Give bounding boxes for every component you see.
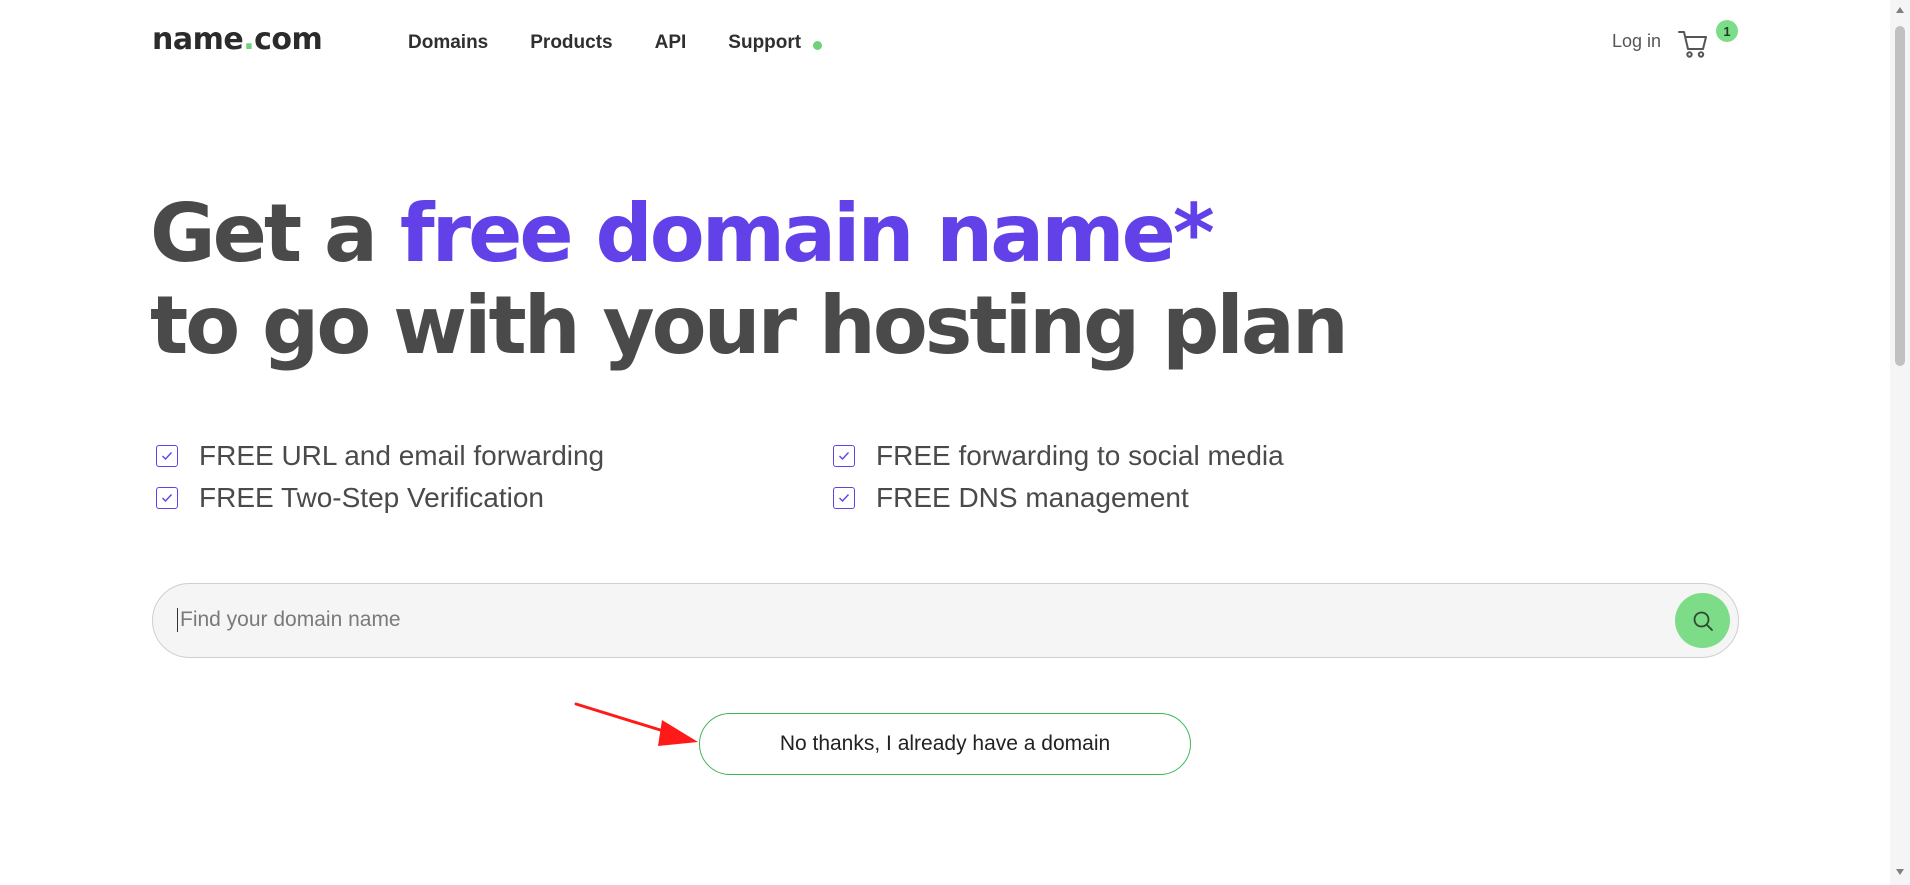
feature-item: FREE URL and email forwarding: [156, 440, 833, 472]
checkbox-checked-icon: [156, 487, 178, 509]
nav-support[interactable]: Support: [728, 32, 823, 54]
site-logo[interactable]: name. com: [152, 22, 323, 57]
login-link[interactable]: Log in: [1612, 31, 1661, 52]
feature-label: FREE URL and email forwarding: [199, 440, 605, 471]
logo-dot: .: [243, 22, 255, 57]
nav-support-label: Support: [728, 32, 802, 53]
feature-item: FREE forwarding to social media: [833, 440, 1353, 472]
main-nav: Domains Products API Support: [408, 32, 823, 54]
hero-line1-accent: free domain name*: [399, 187, 1215, 280]
feature-label: FREE forwarding to social media: [876, 440, 1284, 471]
feature-item: FREE Two-Step Verification: [156, 482, 833, 514]
checkbox-checked-icon: [833, 487, 855, 509]
feature-item: FREE DNS management: [833, 482, 1353, 514]
checkbox-checked-icon: [156, 445, 178, 467]
domain-search-input[interactable]: [177, 608, 1607, 632]
domain-search-bar: [152, 583, 1739, 658]
annotation-arrow-icon: [574, 702, 698, 746]
hero-line1-prefix: Get a: [150, 187, 400, 280]
scroll-up-arrow-icon[interactable]: [1894, 4, 1906, 16]
cart-count-badge: 1: [1716, 20, 1738, 42]
hero-title: Get a free domain name* to go with your h…: [150, 187, 1349, 372]
checkbox-checked-icon: [833, 445, 855, 467]
cart-icon[interactable]: [1676, 26, 1710, 60]
search-button[interactable]: [1675, 593, 1730, 648]
feature-label: FREE DNS management: [876, 482, 1189, 513]
support-status-dot: [813, 40, 823, 50]
feature-list: FREE URL and email forwarding FREE forwa…: [156, 440, 1356, 514]
logo-name: name: [152, 22, 244, 57]
nav-products[interactable]: Products: [530, 32, 612, 54]
scroll-thumb[interactable]: [1895, 26, 1905, 366]
logo-tld: com: [254, 22, 323, 57]
nav-domains[interactable]: Domains: [408, 32, 488, 54]
page-scrollbar[interactable]: [1890, 0, 1910, 885]
feature-label: FREE Two-Step Verification: [199, 482, 544, 513]
no-thanks-button[interactable]: No thanks, I already have a domain: [699, 713, 1191, 775]
nav-api[interactable]: API: [655, 32, 687, 54]
hero-line2: to go with your hosting plan: [150, 279, 1349, 372]
site-header: name. com Domains Products API Support Lo…: [0, 0, 1890, 90]
page: name. com Domains Products API Support Lo…: [0, 0, 1910, 885]
search-icon: [1693, 611, 1713, 631]
scroll-down-arrow-icon[interactable]: [1894, 866, 1906, 878]
